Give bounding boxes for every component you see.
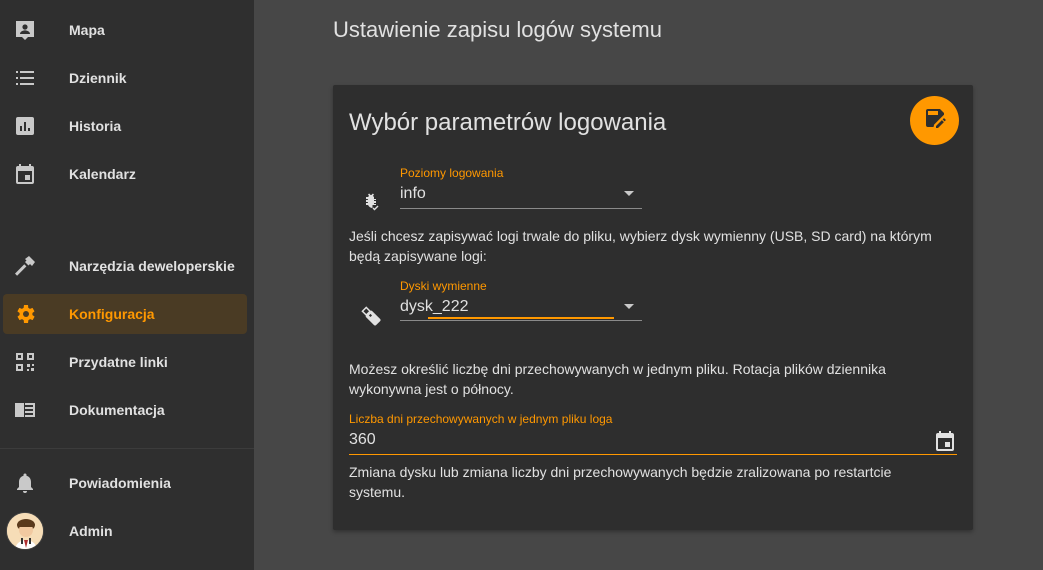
- sidebar-item-powiadomienia[interactable]: Powiadomienia: [3, 463, 247, 503]
- qrcode-icon: [13, 350, 37, 374]
- sidebar-item-label: Narzędzia deweloperskie: [69, 258, 235, 274]
- sidebar-divider: [0, 448, 254, 449]
- sidebar-item-konfiguracja[interactable]: Konfiguracja: [3, 294, 247, 334]
- days-input[interactable]: 360: [349, 431, 376, 449]
- sidebar-item-label: Dokumentacja: [69, 402, 165, 418]
- notifications-label: Powiadomienia: [69, 475, 171, 491]
- bug-check-icon: [359, 189, 383, 218]
- chevron-down-icon[interactable]: [624, 191, 634, 196]
- disk-label: Dyski wymienne: [400, 279, 487, 293]
- sidebar-item-label: Dziennik: [69, 70, 127, 86]
- sidebar: Mapa Dziennik Historia Kalendarz Narzędz…: [0, 0, 254, 570]
- chevron-down-icon[interactable]: [624, 304, 634, 309]
- disk-focus-underline: [428, 317, 614, 319]
- card-title: Wybór parametrów logowania: [349, 109, 667, 136]
- days-help-text: Możesz określić liczbę dni przechowywany…: [349, 361, 886, 397]
- sidebar-item-label: Kalendarz: [69, 166, 136, 182]
- gear-icon: [13, 302, 37, 326]
- days-underline: [349, 454, 957, 455]
- sidebar-item-dokumentacja[interactable]: Dokumentacja: [3, 390, 247, 430]
- days-label: Liczba dni przechowywanych w jednym plik…: [349, 412, 613, 426]
- save-button[interactable]: [910, 96, 959, 145]
- user-label: Admin: [69, 523, 113, 539]
- list-icon: [13, 66, 37, 90]
- sidebar-item-dziennik[interactable]: Dziennik: [3, 58, 247, 98]
- page-title: Ustawienie zapisu logów systemu: [333, 17, 662, 42]
- log-level-underline: [400, 208, 642, 209]
- disk-help-text: Jeśli chcesz zapisywać logi trwale do pl…: [349, 228, 932, 264]
- log-settings-card: Wybór parametrów logowania Poziomy logow…: [333, 85, 973, 530]
- log-level-label: Poziomy logowania: [400, 166, 504, 180]
- sidebar-item-label: Historia: [69, 118, 122, 134]
- hammer-icon: [13, 254, 37, 278]
- chart-box-icon: [13, 114, 37, 138]
- log-level-select[interactable]: info: [400, 185, 426, 203]
- book-icon: [13, 398, 37, 422]
- disk-underline: [400, 320, 642, 321]
- usb-flash-drive-icon: [359, 304, 385, 335]
- sidebar-item-kalendarz[interactable]: Kalendarz: [3, 154, 247, 194]
- sidebar-item-historia[interactable]: Historia: [3, 106, 247, 146]
- sidebar-item-narzedzia[interactable]: Narzędzia deweloperskie: [3, 246, 247, 286]
- sidebar-item-przydatne-linki[interactable]: Przydatne linki: [3, 342, 247, 382]
- sidebar-item-mapa[interactable]: Mapa: [3, 10, 247, 50]
- map-account-icon: [13, 18, 37, 42]
- sidebar-item-label: Przydatne linki: [69, 354, 168, 370]
- calendar-icon: [13, 162, 37, 186]
- content-save-edit-icon: [923, 106, 947, 135]
- bell-icon: [13, 471, 37, 495]
- sidebar-item-label: Mapa: [69, 22, 105, 38]
- sidebar-item-label: Konfiguracja: [69, 306, 155, 322]
- restart-note: Zmiana dysku lub zmiana liczby dni przec…: [349, 464, 892, 500]
- avatar[interactable]: [6, 512, 44, 550]
- disk-select[interactable]: dysk_222: [400, 298, 469, 316]
